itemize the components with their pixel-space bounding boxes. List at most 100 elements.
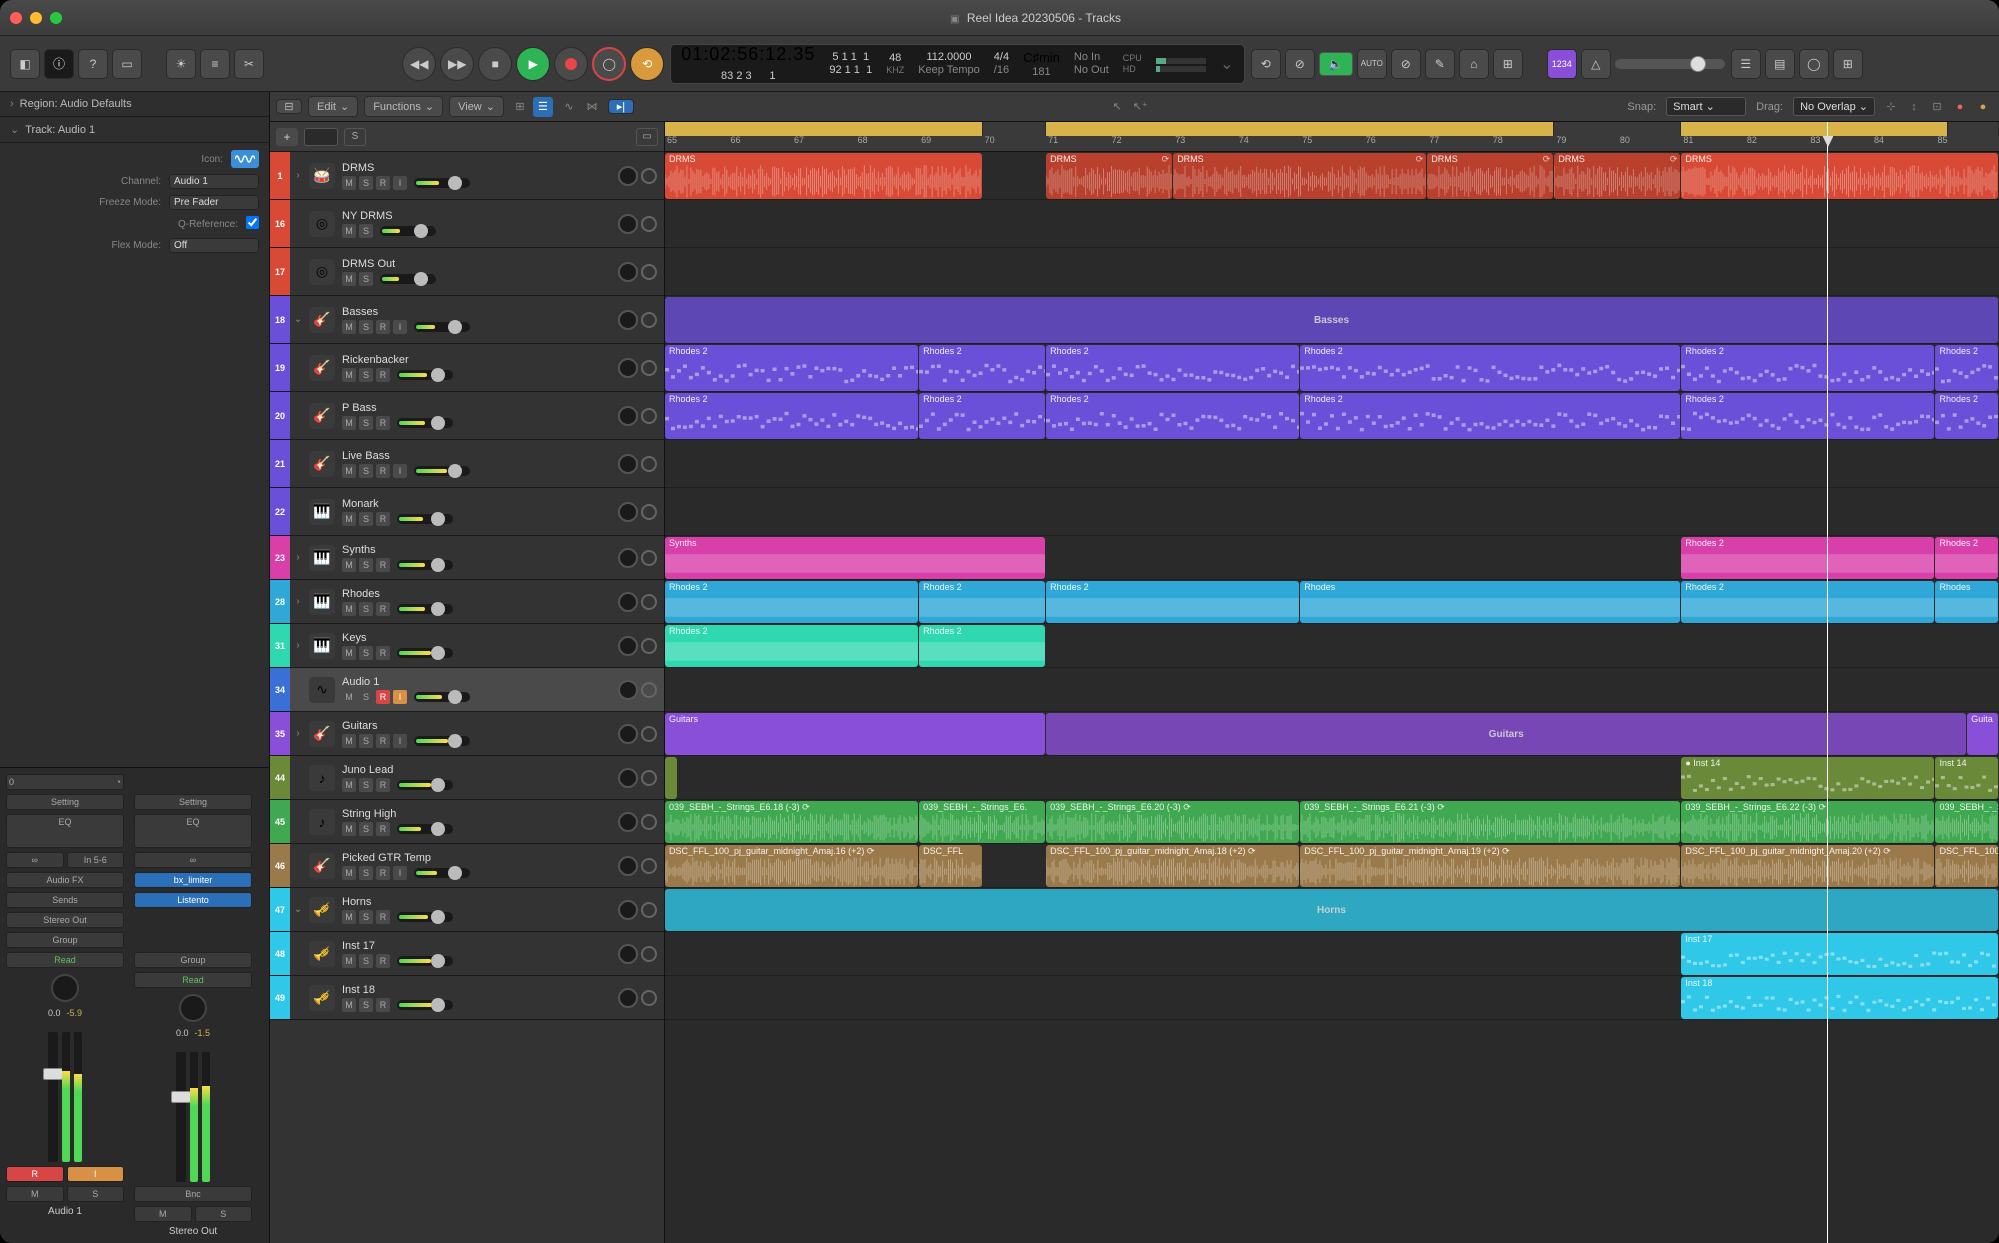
pan-knob[interactable] bbox=[618, 548, 638, 568]
gain-icon[interactable]: ◔ bbox=[116, 777, 121, 787]
track-header[interactable]: ⌄ Track: Audio 1 bbox=[0, 117, 269, 143]
stop-button[interactable]: ■ bbox=[478, 47, 512, 81]
region[interactable]: Synths bbox=[665, 537, 1045, 579]
track-header-row[interactable]: 17◎DRMS OutMS bbox=[270, 248, 664, 296]
power-icon[interactable] bbox=[641, 990, 657, 1006]
track-s-button[interactable]: S bbox=[359, 224, 373, 238]
fx-slot[interactable]: bx_limiter bbox=[134, 872, 252, 888]
disclosure-icon[interactable] bbox=[290, 344, 306, 391]
disclosure-icon[interactable] bbox=[290, 248, 306, 295]
track-fader[interactable] bbox=[397, 648, 453, 658]
ruler[interactable]: 6566676869707172737475767778798081828384… bbox=[665, 122, 1999, 152]
browser-button[interactable]: ⊞ bbox=[1833, 49, 1863, 79]
track-icon[interactable]: 🎸 bbox=[309, 307, 335, 333]
marker-segment[interactable] bbox=[665, 122, 983, 136]
track-r-button[interactable]: R bbox=[376, 512, 390, 526]
power-icon[interactable] bbox=[641, 770, 657, 786]
track-number[interactable]: 21 bbox=[270, 440, 290, 487]
track-fader[interactable] bbox=[397, 560, 453, 570]
region[interactable]: Guitars bbox=[665, 713, 1045, 755]
disclosure-icon[interactable] bbox=[290, 976, 306, 1019]
track-r-button[interactable]: R bbox=[376, 416, 390, 430]
track-name[interactable]: Basses bbox=[342, 306, 610, 318]
track-icon[interactable]: ♪ bbox=[309, 765, 335, 791]
region[interactable]: Rhodes 2 bbox=[1300, 393, 1680, 439]
track-s-button[interactable]: S bbox=[359, 464, 373, 478]
record-button[interactable] bbox=[554, 47, 588, 81]
region[interactable]: DSC_FFL_100_pj_guitar_midnight_Amaj.18 (… bbox=[1046, 845, 1299, 887]
track-m-button[interactable]: M bbox=[342, 416, 356, 430]
disclosure-icon[interactable] bbox=[290, 932, 306, 975]
bounce-button[interactable]: Bnc bbox=[134, 1186, 252, 1202]
mute-button[interactable]: M bbox=[134, 1206, 192, 1222]
functions-menu[interactable]: Functions ⌄ bbox=[364, 96, 443, 117]
automation-mode[interactable]: Read bbox=[134, 972, 252, 988]
track-i-button[interactable]: I bbox=[393, 320, 407, 334]
track-lane[interactable] bbox=[665, 440, 1999, 488]
track-name[interactable]: Inst 18 bbox=[342, 984, 610, 996]
midi-in[interactable]: No In bbox=[1074, 51, 1100, 63]
track-header-row[interactable]: 44♪Juno LeadMSR bbox=[270, 756, 664, 800]
midi-out[interactable]: No Out bbox=[1074, 64, 1109, 76]
pan-knob[interactable] bbox=[618, 812, 638, 832]
track-s-button[interactable]: S bbox=[359, 690, 373, 704]
bar-number[interactable]: 73 bbox=[1175, 135, 1185, 145]
maximize-button[interactable] bbox=[50, 12, 62, 24]
track-number[interactable]: 47 bbox=[270, 888, 290, 931]
track-m-button[interactable]: M bbox=[342, 368, 356, 382]
track-r-button[interactable]: R bbox=[376, 176, 390, 190]
track-header-row[interactable]: 49🎺Inst 18MSR bbox=[270, 976, 664, 1020]
time-signature[interactable]: 4/4 bbox=[994, 51, 1009, 63]
tempo[interactable]: 112.0000 bbox=[926, 51, 971, 63]
track-fader[interactable] bbox=[397, 780, 453, 790]
region[interactable]: Rhodes 2 bbox=[1681, 581, 1934, 623]
track-m-button[interactable]: M bbox=[342, 646, 356, 660]
track-r-button[interactable]: R bbox=[376, 954, 390, 968]
track-r-button[interactable]: R bbox=[376, 734, 390, 748]
track-m-button[interactable]: M bbox=[342, 602, 356, 616]
region[interactable]: DSC_FFL_100_pj_guitar_midnight bbox=[1935, 845, 1998, 887]
track-s-button[interactable]: S bbox=[359, 320, 373, 334]
track-r-button[interactable]: R bbox=[376, 558, 390, 572]
region[interactable]: DSC_FFL_100_pj_guitar_midnight_Amaj.20 (… bbox=[1681, 845, 1934, 887]
track-m-button[interactable]: M bbox=[342, 512, 356, 526]
region[interactable]: Rhodes bbox=[1300, 581, 1680, 623]
pan-knob[interactable] bbox=[618, 454, 638, 474]
track-header-row[interactable]: 19🎸RickenbackerMSR bbox=[270, 344, 664, 392]
zoom-tool-icon[interactable]: ● bbox=[1950, 97, 1970, 117]
track-name[interactable]: Rhodes bbox=[342, 588, 610, 600]
pointer-tool-icon[interactable]: ↖ bbox=[1107, 97, 1127, 117]
bar-number[interactable]: 78 bbox=[1493, 135, 1503, 145]
pan-knob[interactable] bbox=[618, 944, 638, 964]
region[interactable]: DSC_FFL_100_pj_guitar_midnight_Amaj.16 (… bbox=[665, 845, 918, 887]
track-name[interactable]: Monark bbox=[342, 498, 610, 510]
track-lane[interactable] bbox=[665, 200, 1999, 248]
track-header-row[interactable]: 35›🎸GuitarsMSRI bbox=[270, 712, 664, 756]
power-icon[interactable] bbox=[641, 682, 657, 698]
power-icon[interactable] bbox=[641, 504, 657, 520]
power-icon[interactable] bbox=[641, 814, 657, 830]
pan-knob[interactable] bbox=[618, 358, 638, 378]
pan-knob[interactable] bbox=[618, 214, 638, 234]
track-r-button[interactable]: R bbox=[376, 646, 390, 660]
bar-number[interactable]: 76 bbox=[1366, 135, 1376, 145]
track-number[interactable]: 17 bbox=[270, 248, 290, 295]
region[interactable] bbox=[665, 757, 677, 799]
track-fader[interactable] bbox=[380, 274, 436, 284]
track-m-button[interactable]: M bbox=[342, 176, 356, 190]
track-fader[interactable] bbox=[414, 736, 470, 746]
region[interactable]: Rhodes 2 bbox=[665, 581, 918, 623]
track-name[interactable]: Live Bass bbox=[342, 450, 610, 462]
bar-number[interactable]: 79 bbox=[1556, 135, 1566, 145]
track-number[interactable]: 48 bbox=[270, 932, 290, 975]
track-number[interactable]: 16 bbox=[270, 200, 290, 247]
power-icon[interactable] bbox=[641, 550, 657, 566]
track-fader[interactable] bbox=[397, 1000, 453, 1010]
region[interactable]: Rhodes 2 bbox=[919, 393, 1045, 439]
power-icon[interactable] bbox=[641, 638, 657, 654]
track-fader[interactable] bbox=[397, 912, 453, 922]
group-slot[interactable]: Group bbox=[134, 952, 252, 968]
track-number[interactable]: 23 bbox=[270, 536, 290, 579]
track-s-button[interactable]: S bbox=[359, 822, 373, 836]
track-name[interactable]: DRMS Out bbox=[342, 258, 610, 270]
